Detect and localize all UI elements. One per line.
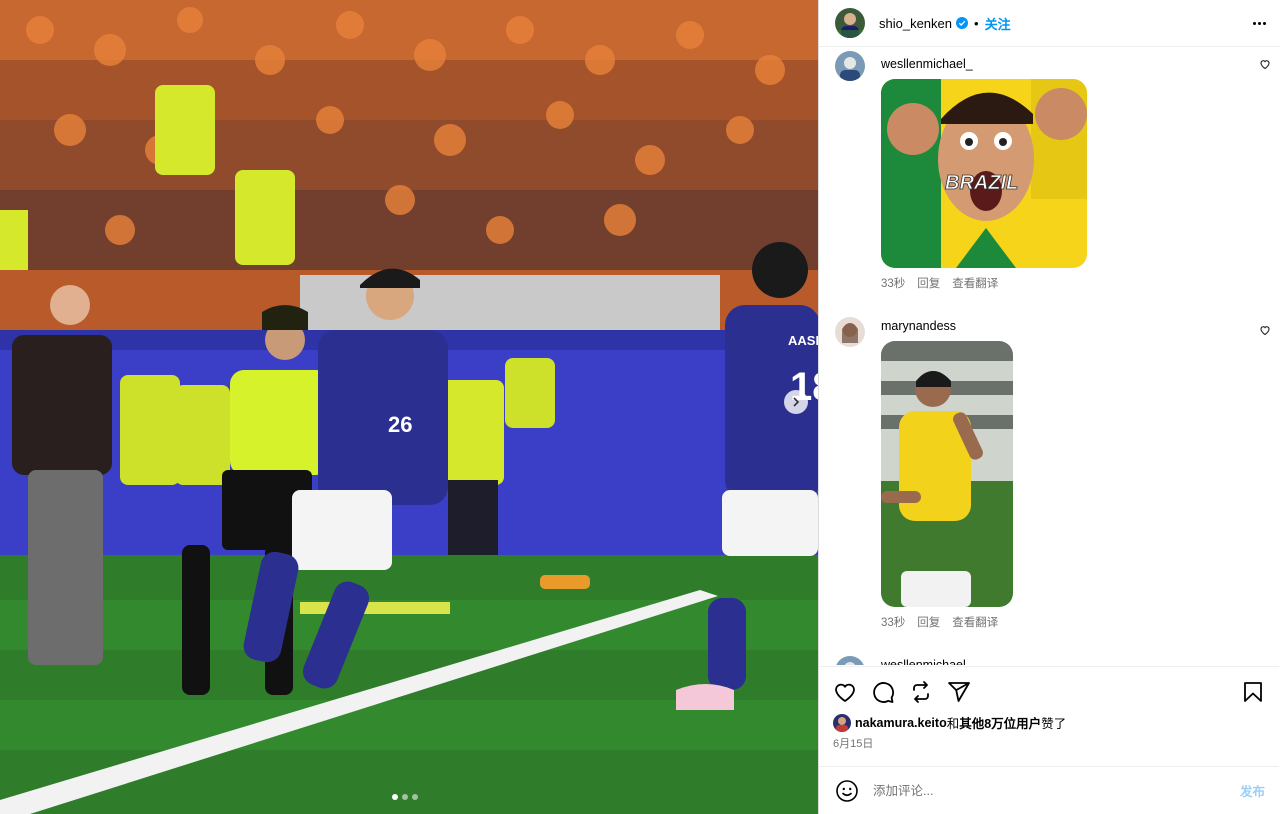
emoji-icon[interactable]	[835, 779, 859, 803]
header-separator: •	[974, 15, 979, 31]
author-username[interactable]: shio_kenken	[879, 16, 952, 31]
commenter-avatar[interactable]	[835, 317, 865, 347]
gif-caption: BRAZIL	[945, 172, 1018, 194]
author-avatar[interactable]	[835, 8, 865, 38]
comment-icon[interactable]	[871, 680, 895, 704]
heart-icon[interactable]	[1259, 662, 1271, 665]
commenter-avatar[interactable]	[835, 656, 865, 665]
carousel-next-button[interactable]	[784, 390, 808, 414]
verified-badge-icon	[956, 17, 968, 29]
carousel-indicator	[392, 794, 418, 800]
comment-item: wesllenmichael_	[819, 652, 1279, 665]
carousel-dot	[412, 794, 418, 800]
save-icon[interactable]	[1241, 680, 1265, 704]
more-icon[interactable]	[1253, 21, 1266, 25]
post-date: 6月15日	[833, 738, 874, 750]
post-header: shio_kenken • 关注	[819, 0, 1280, 47]
likes-summary[interactable]: nakamura.keito 和 其他8万位用户 赞了	[833, 713, 1265, 732]
heart-icon[interactable]	[1259, 57, 1271, 70]
svg-text:26: 26	[388, 412, 412, 437]
comment-username[interactable]: marynandess	[881, 313, 1279, 333]
comment-item: wesllenmichael_	[819, 47, 1279, 291]
likes-connector: 和	[946, 717, 960, 731]
liker-avatar	[833, 713, 851, 732]
comment-username[interactable]: wesllenmichael_	[881, 652, 1279, 665]
action-icons	[833, 667, 1265, 717]
comment-time: 33秒	[881, 617, 906, 629]
heart-icon[interactable]	[833, 680, 857, 704]
translate-button[interactable]: 查看翻译	[952, 614, 998, 630]
post-actions: nakamura.keito 和 其他8万位用户 赞了 6月15日	[819, 666, 1279, 766]
reply-button[interactable]: 回复	[917, 275, 940, 291]
post-photo: 26 AASE 18	[0, 0, 818, 814]
heart-icon[interactable]	[1259, 323, 1271, 336]
reply-button[interactable]: 回复	[917, 614, 940, 630]
add-comment-bar: 发布	[819, 766, 1279, 814]
likes-suffix: 赞了	[1041, 717, 1067, 731]
follow-button[interactable]: 关注	[985, 14, 1011, 33]
chevron-right-icon	[793, 397, 800, 407]
comment-gif[interactable]	[881, 341, 1013, 607]
translate-button[interactable]: 查看翻译	[952, 275, 998, 291]
comment-meta: 33秒 回复 查看翻译	[881, 275, 1279, 291]
comment-gif[interactable]: BRAZIL	[881, 79, 1087, 268]
comment-input[interactable]	[873, 783, 1240, 798]
comments-list[interactable]: wesllenmichael_ BRAZIL 33秒 回复 查看翻译 maryn…	[819, 47, 1279, 665]
repost-icon[interactable]	[909, 680, 933, 704]
comment-time: 33秒	[881, 278, 906, 290]
carousel-dot	[392, 794, 398, 800]
commenter-avatar[interactable]	[835, 51, 865, 81]
svg-text:AASE: AASE	[788, 333, 818, 348]
carousel-dot	[402, 794, 408, 800]
share-icon[interactable]	[947, 680, 971, 704]
liker-username[interactable]: nakamura.keito	[855, 716, 947, 730]
post-media[interactable]: 26 AASE 18	[0, 0, 818, 814]
likes-others[interactable]: 其他8万位用户	[959, 713, 1041, 732]
comment-meta: 33秒 回复 查看翻译	[881, 614, 1279, 630]
post-side-panel: shio_kenken • 关注 wesllenmichael_ BRAZIL …	[818, 0, 1280, 814]
post-comment-button[interactable]: 发布	[1240, 781, 1265, 800]
comment-username[interactable]: wesllenmichael_	[881, 51, 1279, 71]
comment-item: marynandess 33秒 回复 查看翻译	[819, 313, 1279, 630]
